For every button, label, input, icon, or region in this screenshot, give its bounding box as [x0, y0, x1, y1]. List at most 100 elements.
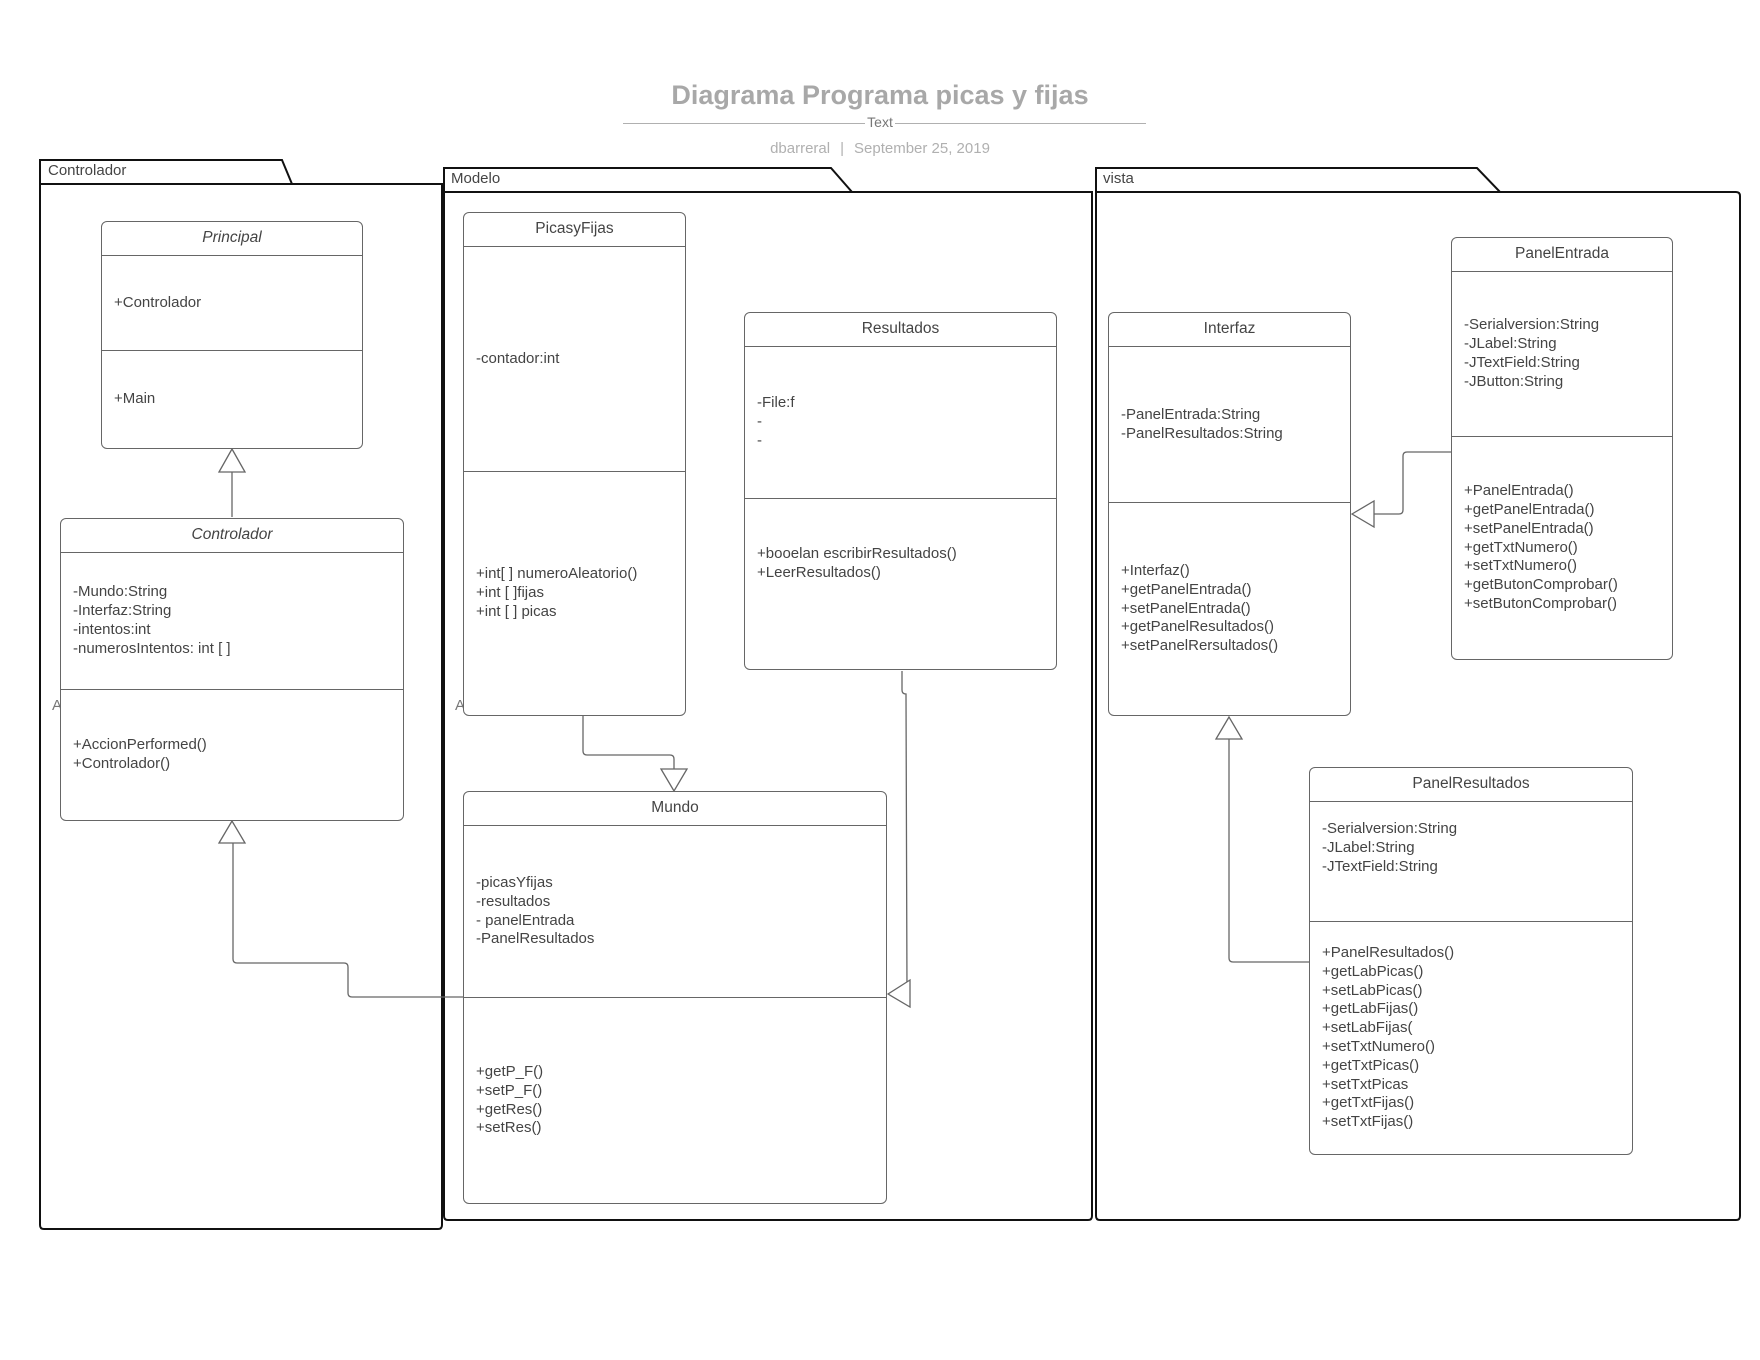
method: +getTxtNumero()	[1464, 538, 1578, 556]
methods: +int[ ] numeroAleatorio() +int [ ]fijas …	[464, 472, 685, 715]
method: +int [ ]fijas	[476, 584, 544, 602]
attribute: -numerosIntentos: int [ ]	[73, 639, 231, 657]
class-name: Mundo	[464, 792, 886, 826]
edge-mundo-controlador	[232, 843, 463, 998]
method: +getButonComprobar()	[1464, 576, 1618, 594]
method: +Main	[114, 390, 156, 408]
attribute: -PanelResultados	[476, 930, 595, 948]
arrowhead-controlador	[217, 819, 247, 844]
edge-picasyfijas-mundo	[582, 716, 675, 769]
attribute: -PanelEntrada:String	[1121, 405, 1261, 423]
method: +setButonComprobar()	[1464, 594, 1617, 612]
arrowhead-mundo	[659, 768, 689, 793]
class-picasyfijas[interactable]: PicasyFijas -contador:int +int[ ] numero…	[463, 212, 686, 716]
method: +getLabPicas()	[1322, 962, 1424, 980]
attributes: -Mundo:String -Interfaz:String -intentos…	[61, 553, 403, 690]
method: +setTxtNumero()	[1322, 1038, 1435, 1055]
class-name: Principal	[102, 222, 362, 256]
methods: +Main	[102, 351, 362, 448]
method: +Controlador()	[73, 755, 171, 772]
methods: +booelan escribirResultados() +LeerResul…	[745, 499, 1056, 669]
arrowhead-interfaz-bottom	[1214, 715, 1244, 740]
attribute: -PanelResultados:String	[1121, 424, 1283, 442]
methods: +Interfaz() +getPanelEntrada() +setPanel…	[1109, 503, 1350, 715]
attributes: -File:f - -	[745, 347, 1056, 499]
method: +setPanelRersultados()	[1121, 637, 1279, 655]
method: +PanelResultados()	[1322, 944, 1455, 962]
attribute: -Interfaz:String	[73, 602, 172, 620]
method: +booelan escribirResultados()	[757, 545, 957, 562]
attribute: -JButton:String	[1464, 372, 1564, 390]
attribute: -picasYfijas	[476, 873, 553, 891]
attribute: -	[757, 413, 762, 431]
edge-resultados-mundo	[901, 671, 908, 995]
method: +getP_F()	[476, 1062, 544, 1080]
method: +setP_F()	[476, 1081, 543, 1099]
method: +int [ ] picas	[476, 602, 557, 620]
method: +AccionPerformed()	[73, 736, 207, 754]
method: +int[ ] numeroAleatorio()	[476, 565, 638, 583]
method: +setPanelEntrada()	[1464, 519, 1594, 537]
attributes: -Serialversion:String -JLabel:String -JT…	[1310, 802, 1632, 922]
class-principal[interactable]: Principal +Controlador +Main	[101, 221, 363, 449]
attribute: +Controlador	[114, 293, 202, 311]
attribute: -	[757, 431, 762, 449]
method: +getTxtPicas()	[1322, 1056, 1420, 1074]
class-panelentrada[interactable]: PanelEntrada -Serialversion:String -JLab…	[1451, 237, 1673, 660]
attributes: -picasYfijas -resultados - panelEntrada …	[464, 826, 886, 998]
edge-panelresultados-interfaz	[1228, 739, 1309, 963]
attribute: -JTextField:String	[1322, 857, 1438, 875]
method: +setRes()	[476, 1119, 542, 1137]
arrowhead-mundo-right	[886, 978, 911, 1009]
class-panelresultados[interactable]: PanelResultados -Serialversion:String -J…	[1309, 767, 1633, 1155]
methods: +getP_F() +setP_F() +getRes() +setRes()	[464, 998, 886, 1203]
class-controlador[interactable]: Controlador -Mundo:String -Interfaz:Stri…	[60, 518, 404, 821]
attribute: -Serialversion:String	[1464, 316, 1600, 334]
arrowhead-principal	[217, 447, 247, 473]
methods: +PanelResultados() +getLabPicas() +setLa…	[1310, 922, 1632, 1154]
class-name: PanelEntrada	[1452, 238, 1672, 272]
attributes: -Serialversion:String -JLabel:String -JT…	[1452, 272, 1672, 437]
method: +getPanelEntrada()	[1121, 580, 1252, 598]
class-resultados[interactable]: Resultados -File:f - - +booelan escribir…	[744, 312, 1057, 670]
method: +setTxtNumero()	[1464, 557, 1577, 575]
attributes: -PanelEntrada:String -PanelResultados:St…	[1109, 347, 1350, 503]
attribute: -contador:int	[476, 349, 560, 367]
methods: +PanelEntrada() +getPanelEntrada() +setP…	[1452, 437, 1672, 659]
class-interfaz[interactable]: Interfaz -PanelEntrada:String -PanelResu…	[1108, 312, 1351, 716]
method: +PanelEntrada()	[1464, 482, 1574, 500]
method: +setTxtPicas	[1322, 1075, 1409, 1093]
attribute: -Serialversion:String	[1322, 820, 1458, 837]
package-label-controlador: Controlador	[48, 162, 127, 179]
method: +setPanelEntrada()	[1121, 599, 1251, 617]
method: +getRes()	[476, 1100, 543, 1118]
attribute: -File:f	[757, 394, 795, 412]
class-name: Controlador	[61, 519, 403, 553]
attribute: -JLabel:String	[1464, 335, 1557, 353]
method: +setTxtFijas()	[1322, 1113, 1414, 1131]
package-label-vista: vista	[1103, 170, 1134, 187]
attribute: -Mundo:String	[73, 583, 168, 601]
attribute: -intentos:int	[73, 621, 151, 638]
method: +getPanelEntrada()	[1464, 501, 1595, 518]
method: +getTxtFijas()	[1322, 1094, 1415, 1112]
attribute: - panelEntrada	[476, 911, 575, 929]
class-name: PanelResultados	[1310, 768, 1632, 802]
class-name: Resultados	[745, 313, 1056, 347]
package-label-modelo: Modelo	[451, 170, 501, 187]
attributes: -contador:int	[464, 247, 685, 472]
class-name: Interfaz	[1109, 313, 1350, 347]
method: +setLabPicas()	[1322, 981, 1423, 999]
method: +getLabFijas()	[1322, 1000, 1419, 1018]
methods: +AccionPerformed() +Controlador()	[61, 690, 403, 820]
attribute: -resultados	[476, 892, 551, 910]
method: +setLabFijas(	[1322, 1019, 1413, 1037]
method: +Interfaz()	[1121, 562, 1190, 579]
attribute: -JTextField:String	[1464, 354, 1580, 371]
attribute: -JLabel:String	[1322, 838, 1415, 856]
class-mundo[interactable]: Mundo -picasYfijas -resultados - panelEn…	[463, 791, 887, 1204]
method: +getPanelResultados()	[1121, 618, 1275, 636]
arrowhead-interfaz	[1350, 499, 1375, 529]
edge-panelentrada-interfaz	[1374, 451, 1451, 515]
method: +LeerResultados()	[757, 563, 881, 581]
